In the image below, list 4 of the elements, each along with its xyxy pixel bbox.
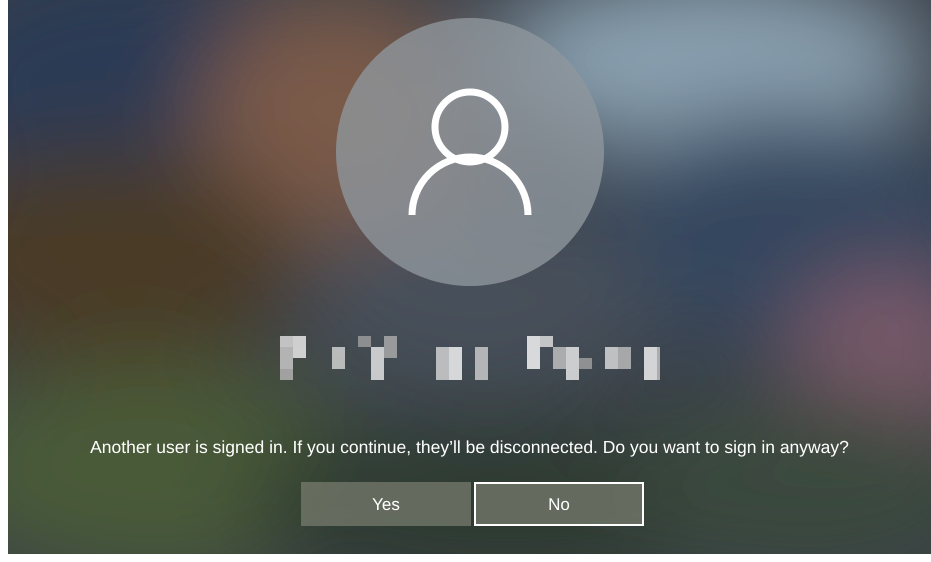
user-icon <box>408 87 532 217</box>
warning-message: Another user is signed in. If you continue, they’ll be disconnected. Do you want to sign in anyway? <box>90 436 849 459</box>
dialog-button[interactable]: Yes <box>301 482 471 526</box>
dialog-button[interactable]: No <box>474 482 644 526</box>
